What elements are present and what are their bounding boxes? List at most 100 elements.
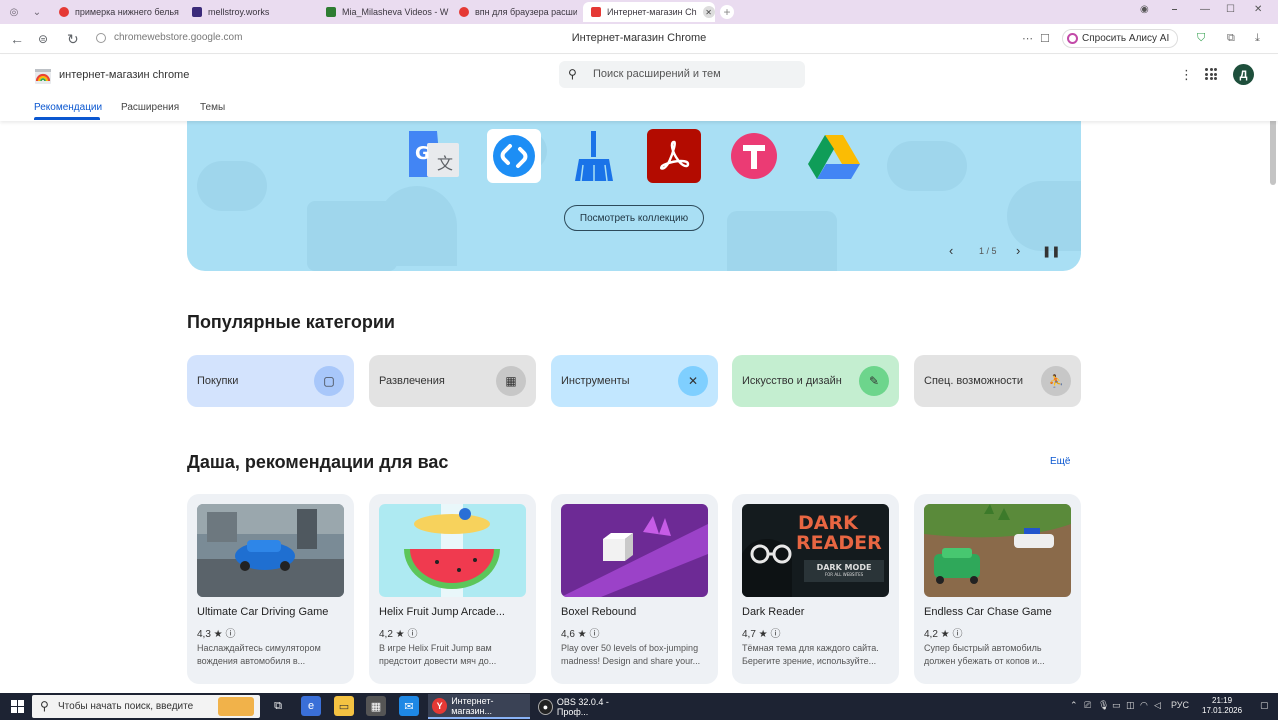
info-icon[interactable]: ⓘ: [225, 629, 235, 640]
maximize-window-icon[interactable]: ☐: [1226, 4, 1235, 15]
info-icon[interactable]: ⓘ: [407, 629, 417, 640]
search-highlight-icon: [218, 697, 254, 716]
google-translate-icon[interactable]: G 文: [407, 129, 461, 183]
mail-icon[interactable]: ✉: [399, 696, 419, 716]
apps-grid-icon[interactable]: [1205, 68, 1217, 80]
browser-tab[interactable]: mellstroy.works: [188, 2, 316, 22]
category-shopping[interactable]: Покупки ▢: [187, 355, 354, 407]
close-window-icon[interactable]: ✕: [1254, 4, 1262, 15]
chat-icon[interactable]: ◫: [1126, 700, 1135, 711]
edge-browser-icon[interactable]: e: [301, 696, 321, 716]
card-description: Play over 50 levels of box-jumping madne…: [561, 643, 701, 666]
back-icon[interactable]: ←: [10, 31, 24, 47]
taskbar-window-label: OBS 32.0.4 - Проф...: [556, 696, 609, 717]
card-description: В игре Helix Fruit Jump вам предстоит до…: [379, 643, 497, 666]
tab-title: Mia_Milasheva Videos - W: [342, 7, 449, 17]
shield-icon[interactable]: ⛉: [1197, 32, 1205, 45]
minimize-icon[interactable]: ⎯: [1172, 4, 1177, 15]
category-art-design[interactable]: Искусство и дизайн ✎: [732, 355, 899, 407]
shazam-icon[interactable]: [487, 129, 541, 183]
tab-recommendations[interactable]: Рекомендации: [34, 102, 102, 113]
card-title: Dark Reader: [742, 606, 805, 618]
category-label: Инструменты: [561, 375, 630, 387]
browser-tab[interactable]: Mia_Milasheva Videos - W: [322, 2, 450, 22]
windows-start-icon[interactable]: [11, 700, 24, 713]
card-thumbnail: DARK READER DARK MODE FOR ALL WEBSITES: [742, 504, 889, 597]
microphone-icon[interactable]: 🎙: [1098, 700, 1109, 711]
more-link[interactable]: Ещё: [1050, 456, 1070, 467]
tray-expand-icon[interactable]: ⌃: [1070, 700, 1078, 711]
rating-value: 4,2 ★: [379, 629, 405, 640]
hero-pause-icon[interactable]: ❚❚: [1042, 245, 1060, 258]
extension-card[interactable]: Boxel Rebound 4,6 ★ ⓘ Play over 50 level…: [551, 494, 718, 684]
info-icon[interactable]: ⓘ: [589, 629, 599, 640]
network-icon[interactable]: ⎚: [1084, 700, 1091, 711]
view-collection-button[interactable]: Посмотреть коллекцию: [564, 205, 704, 231]
language-indicator[interactable]: РУС: [1171, 700, 1189, 710]
pencil-icon: ✎: [859, 366, 889, 396]
download-icon[interactable]: ⤓: [1255, 32, 1260, 45]
store-header: интернет-магазин chrome ⚲ Поиск расширен…: [0, 55, 1278, 121]
bookmark-icon[interactable]: ☐: [1040, 32, 1050, 45]
browser-menu-icon[interactable]: ◎: [5, 3, 23, 21]
taskbar-window-browser[interactable]: Y Интернет-магазин...: [428, 694, 530, 719]
category-label: Покупки: [197, 375, 239, 387]
cleaner-broom-icon[interactable]: [567, 129, 621, 183]
store-search-input[interactable]: ⚲ Поиск расширений и тем: [559, 61, 805, 88]
category-tools[interactable]: Инструменты ✕: [551, 355, 718, 407]
address-bar: ← ⊜ ↻ chromewebstore.google.com Интернет…: [0, 24, 1278, 54]
taskbar-clock[interactable]: 21:19 17.01.2026: [1202, 696, 1242, 716]
extension-card[interactable]: DARK READER DARK MODE FOR ALL WEBSITES D…: [732, 494, 899, 684]
extension-card[interactable]: Ultimate Car Driving Game 4,3 ★ ⓘ Наслаж…: [187, 494, 354, 684]
notifications-icon[interactable]: ▢: [1260, 700, 1269, 711]
task-view-icon[interactable]: ⧉: [268, 696, 288, 716]
assistant-icon[interactable]: ◉: [1140, 4, 1149, 15]
volume-icon[interactable]: ◁: [1154, 700, 1161, 711]
ask-alice-button[interactable]: Спросить Алису AI: [1062, 29, 1179, 48]
site-info-icon[interactable]: [96, 33, 106, 43]
url-text[interactable]: chromewebstore.google.com: [114, 32, 242, 43]
minimize-window-icon[interactable]: —: [1200, 4, 1210, 15]
reload-icon[interactable]: ↻: [67, 31, 79, 48]
taskbar-window-obs[interactable]: ● OBS 32.0.4 - Проф...: [534, 694, 636, 719]
hero-prev-icon[interactable]: ‹: [949, 243, 953, 258]
tab-themes[interactable]: Темы: [200, 102, 225, 113]
more-menu-icon[interactable]: ⋮: [1180, 67, 1193, 83]
taskbar-search-placeholder: Чтобы начать поиск, введите: [58, 701, 194, 712]
category-accessibility[interactable]: Спец. возможности ⛹: [914, 355, 1081, 407]
info-icon[interactable]: ⓘ: [770, 629, 780, 640]
taskbar-search-input[interactable]: ⚲ Чтобы начать поиск, введите: [32, 695, 260, 718]
new-tab-button[interactable]: +: [720, 5, 734, 19]
tab-extensions[interactable]: Расширения: [121, 102, 179, 113]
file-explorer-icon[interactable]: ▭: [334, 696, 354, 716]
google-drive-icon[interactable]: [807, 129, 861, 183]
browser-tab[interactable]: примерка нижнего белья: [55, 2, 183, 22]
home-icon[interactable]: ⊜: [38, 32, 48, 46]
chrome-web-store-logo[interactable]: [34, 67, 52, 85]
store-name[interactable]: интернет-магазин chrome: [59, 69, 189, 81]
browser-tab-active[interactable]: Интернет-магазин Ch ✕: [583, 2, 715, 22]
collections-icon[interactable]: ⧉: [1227, 32, 1235, 45]
hero-next-icon[interactable]: ›: [1016, 243, 1020, 258]
category-entertainment[interactable]: Развлечения ▦: [369, 355, 536, 407]
category-label: Искусство и дизайн: [742, 375, 842, 387]
extension-card[interactable]: Helix Fruit Jump Arcade... 4,2 ★ ⓘ В игр…: [369, 494, 536, 684]
info-icon[interactable]: ⓘ: [952, 629, 962, 640]
more-options-icon[interactable]: ⋯: [1022, 32, 1033, 45]
calculator-icon[interactable]: ▦: [366, 696, 386, 716]
wifi-icon[interactable]: ◠: [1140, 700, 1148, 711]
card-thumbnail: [924, 504, 1071, 597]
t-app-icon[interactable]: [727, 129, 781, 183]
tab-favicon-icon: [591, 7, 601, 17]
extension-card[interactable]: Endless Car Chase Game 4,2 ★ ⓘ Супер быс…: [914, 494, 1081, 684]
tabs-dropdown-icon[interactable]: ⌄: [28, 3, 46, 21]
search-icon: ⚲: [40, 699, 49, 713]
browser-tab[interactable]: впн для браузера расши: [455, 2, 577, 22]
tab-close-icon[interactable]: ✕: [702, 6, 715, 18]
card-description: Тёмная тема для каждого сайта. Берегите …: [742, 643, 879, 666]
yandex-browser-icon: Y: [432, 697, 448, 714]
alice-label: Спросить Алису AI: [1082, 33, 1170, 44]
adobe-acrobat-icon[interactable]: [647, 129, 701, 183]
avatar[interactable]: Д: [1233, 64, 1254, 85]
monitor-icon[interactable]: ▭: [1112, 700, 1121, 711]
